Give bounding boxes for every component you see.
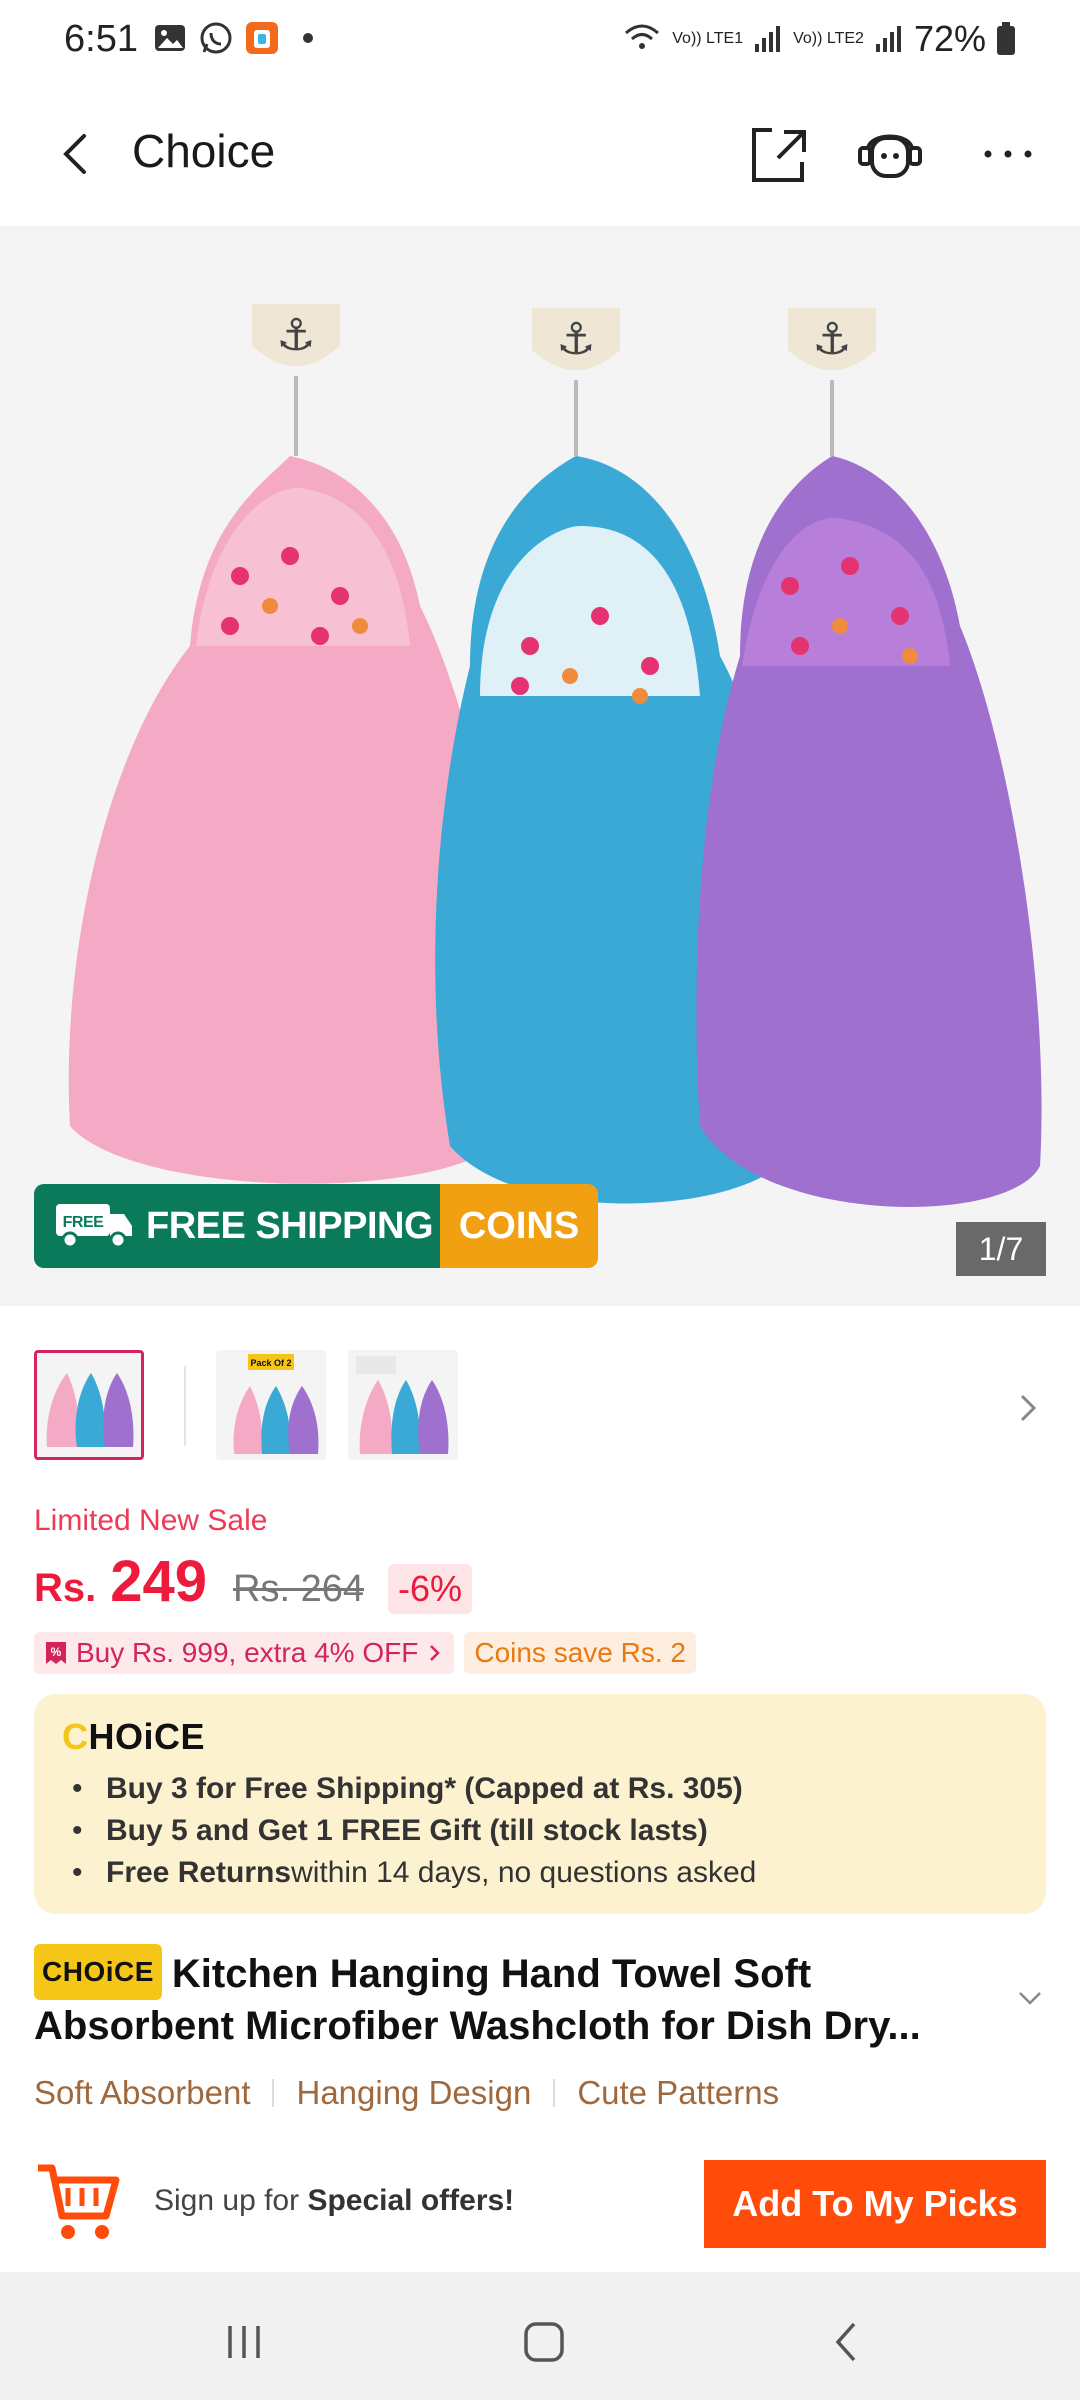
thumbnail-3[interactable] xyxy=(348,1350,458,1460)
product-title-text: Kitchen Hanging Hand Towel Soft Absorben… xyxy=(34,1952,921,2048)
chevron-right-icon[interactable] xyxy=(1008,1388,1048,1428)
choice-benefits[interactable]: CHOiCE • Buy 3 for Free Shipping* (Capped… xyxy=(34,1694,1046,1914)
coins-label: COINS xyxy=(440,1184,598,1268)
network-lte1: Vo)) LTE1 xyxy=(672,30,744,47)
shopping-app-icon xyxy=(246,22,278,54)
thumbnail-strip: Pack Of 2 xyxy=(0,1306,1080,1506)
back-icon[interactable] xyxy=(48,122,104,186)
price-current: 249 xyxy=(110,1549,208,1614)
choice-logo-rest: HOiCE xyxy=(88,1716,206,1757)
share-icon[interactable] xyxy=(742,118,814,190)
discount-badge: -6% xyxy=(388,1564,473,1614)
buy-offer-text: Buy Rs. 999, extra 4% OFF xyxy=(76,1637,419,1668)
choice-logo-c: C xyxy=(62,1716,89,1757)
notification-icons xyxy=(152,20,326,56)
gallery-icon xyxy=(155,25,185,51)
wifi-icon xyxy=(625,24,660,49)
svg-text:⚓: ⚓ xyxy=(812,315,851,364)
hook-middle: ⚓ xyxy=(532,308,620,456)
home-icon[interactable] xyxy=(514,2312,574,2372)
support-icon[interactable] xyxy=(854,118,926,190)
bottom-action-bar: Sign up for Special offers! Add To My Pi… xyxy=(0,2148,1080,2272)
list-item: • Free Returns within 14 days, no questio… xyxy=(72,1856,757,1889)
svg-text:⚓: ⚓ xyxy=(556,315,595,364)
sale-label: Limited New Sale xyxy=(34,1504,268,1537)
status-time: 6:51 xyxy=(64,18,138,60)
free-shipping-banner: FREE FREE SHIPPING COINS xyxy=(34,1184,598,1268)
hook-right: ⚓ xyxy=(788,308,876,456)
battery-percent: 72% xyxy=(913,18,986,59)
price-original: Rs. 264 xyxy=(233,1568,364,1610)
coins-save-chip: Coins save Rs. 2 xyxy=(464,1632,696,1674)
network-lte2: Vo)) LTE2 xyxy=(793,30,864,47)
list-item: • Buy 5 and Get 1 FREE Gift (till stock l… xyxy=(72,1814,708,1847)
free-tag: FREE xyxy=(63,1214,105,1231)
product-title: CHOiCE Kitchen Hanging Hand Towel Soft Ab… xyxy=(34,1944,1014,2052)
list-item: • Buy 3 for Free Shipping* (Capped at Rs.… xyxy=(72,1772,743,1805)
product-image[interactable]: ⚓ ⚓ ⚓ xyxy=(0,226,1080,1306)
feature-tag: Cute Patterns xyxy=(577,2074,780,2111)
thumbnail-1[interactable] xyxy=(34,1350,144,1460)
pack-badge: Pack Of 2 xyxy=(250,1358,291,1368)
recent-apps-icon[interactable] xyxy=(214,2312,274,2372)
towel-illustration: ⚓ ⚓ ⚓ xyxy=(68,304,1042,1207)
feature-tags: Soft Absorbent Hanging Design Cute Patte… xyxy=(34,2074,779,2112)
feature-divider xyxy=(553,2079,556,2107)
signal-icon-2 xyxy=(875,26,901,52)
svg-text:⚓: ⚓ xyxy=(276,311,315,360)
feature-divider xyxy=(272,2079,275,2107)
feature-tag: Hanging Design xyxy=(296,2074,532,2111)
image-counter: 1/7 xyxy=(956,1222,1046,1276)
status-bar: 6:51 Vo)) LTE1 Vo)) LTE2 72% xyxy=(0,0,1080,80)
chevron-down-icon[interactable] xyxy=(1012,1980,1048,2016)
price-row: Rs. 249 Rs. 264 -6% xyxy=(34,1548,473,1618)
free-shipping-label: FREE SHIPPING xyxy=(146,1204,434,1247)
whatsapp-icon xyxy=(200,22,232,54)
delivery-truck-icon: FREE xyxy=(56,1204,132,1249)
back-nav-icon[interactable] xyxy=(818,2312,878,2372)
page-title: Choice xyxy=(132,125,276,177)
battery-icon xyxy=(997,22,1015,55)
chevron-right-icon xyxy=(430,1645,441,1661)
coupon-icon: % xyxy=(46,1642,66,1664)
choice-logo: CHOiCE xyxy=(62,1716,206,1757)
hook-left: ⚓ xyxy=(252,304,340,456)
dot-icon xyxy=(303,33,313,43)
feature-tag: Soft Absorbent xyxy=(34,2074,251,2111)
signal-icon xyxy=(755,26,781,52)
add-to-picks-button[interactable]: Add To My Picks xyxy=(704,2160,1046,2248)
thumbnail-divider xyxy=(184,1366,186,1446)
towel-purple xyxy=(696,456,1042,1207)
cart-icon[interactable] xyxy=(34,2158,122,2244)
promo-row: % Buy Rs. 999, extra 4% OFF Coins save R… xyxy=(34,1632,696,1674)
system-nav-bar xyxy=(0,2272,1080,2400)
thumbnail-2[interactable]: Pack Of 2 xyxy=(216,1350,326,1460)
top-bar: Choice xyxy=(0,80,1080,226)
free-shipping-section: FREE FREE SHIPPING xyxy=(34,1184,440,1268)
price-currency: Rs. xyxy=(34,1566,97,1610)
signup-text[interactable]: Sign up for Special offers! xyxy=(154,2184,514,2218)
status-right: Vo)) LTE1 Vo)) LTE2 72% xyxy=(622,18,1016,60)
svg-text:%: % xyxy=(51,1645,62,1659)
more-icon[interactable] xyxy=(972,118,1044,190)
buy-offer-chip[interactable]: % Buy Rs. 999, extra 4% OFF xyxy=(34,1632,455,1674)
choice-badge: CHOiCE xyxy=(34,1944,162,2000)
choice-list: • Buy 3 for Free Shipping* (Capped at Rs.… xyxy=(72,1768,756,1894)
